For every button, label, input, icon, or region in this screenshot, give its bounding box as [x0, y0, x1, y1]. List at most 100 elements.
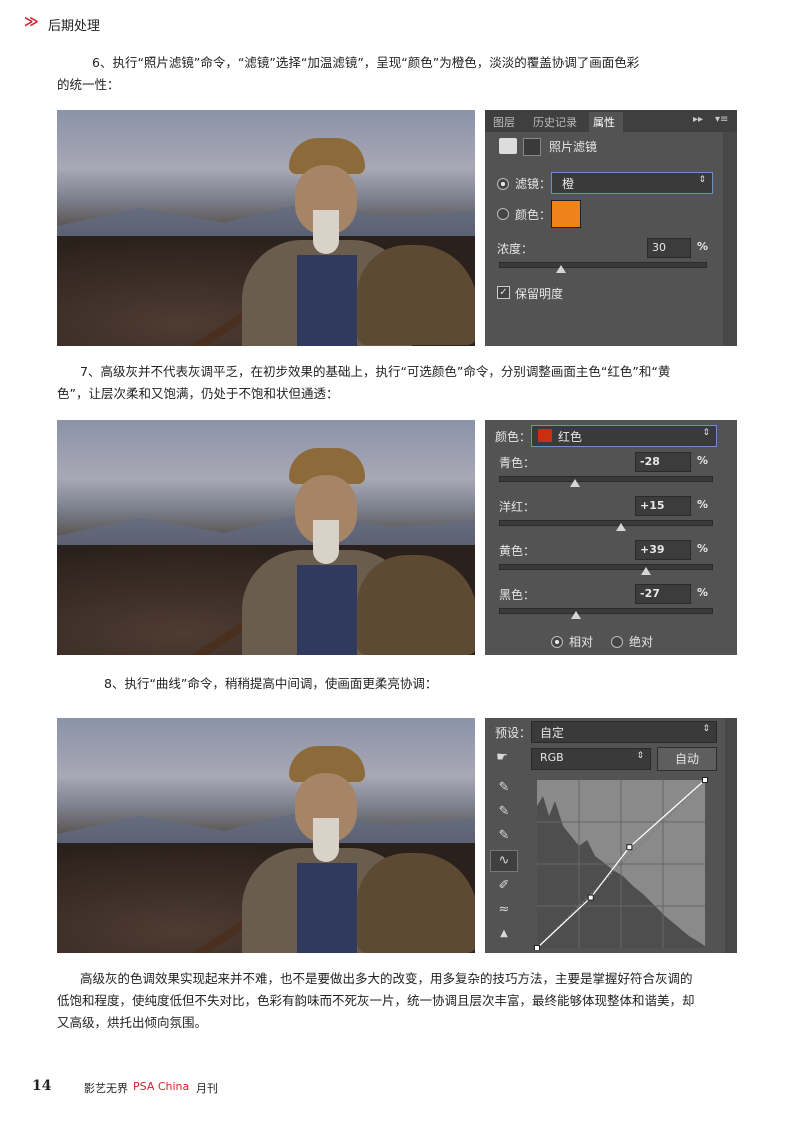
adjust-percent: % [697, 586, 709, 599]
filter-radio[interactable] [497, 178, 509, 190]
summary-line3: 又高级，烘托出倾向氛围。 [57, 1015, 208, 1030]
preset-select[interactable]: 自定 ⇕ [531, 721, 717, 743]
mask-icon [523, 138, 541, 156]
channel-select-value: RGB [540, 751, 564, 764]
adjust-label: 黑色： [499, 588, 536, 602]
adjust-slider-track[interactable] [499, 520, 713, 526]
absolute-label: 绝对 [629, 635, 654, 649]
absolute-radio[interactable] [611, 636, 623, 648]
adjust-slider-thumb[interactable] [615, 523, 626, 531]
color-select-value: 红色 [558, 430, 583, 444]
panel-collapse-icon[interactable]: ▸▸ [693, 114, 703, 125]
step8-text: 8、执行“曲线”命令，稍稍提高中间调，使画面更柔亮协调： [104, 676, 438, 691]
psa-brand: PSA China [133, 1080, 190, 1093]
adjust-slider-track[interactable] [499, 564, 713, 570]
tab-properties[interactable]: 属性 [593, 114, 615, 130]
photo-step8 [57, 718, 475, 953]
color-label: 颜色： [495, 430, 532, 444]
relative-radio[interactable] [551, 636, 563, 648]
section-title: 后期处理 [48, 19, 101, 34]
tab-history[interactable]: 历史记录 [533, 114, 577, 130]
color-label: 颜色： [515, 208, 552, 222]
adjust-value: +39 [640, 543, 665, 556]
chevron-updown-icon: ⇕ [698, 175, 706, 185]
chevron-updown-icon: ⇕ [636, 751, 644, 761]
red-swatch [538, 429, 552, 442]
eyedropper-white-icon[interactable]: ✎ [493, 828, 515, 843]
summary-line1: 高级灰的色调效果实现起来并不难，也不是要做出多大的改变，用多复杂的技巧方法，主要… [80, 971, 693, 986]
chevron-icon: ≫ [24, 14, 39, 30]
chevron-updown-icon: ⇕ [702, 724, 710, 734]
density-slider-track[interactable] [499, 262, 707, 268]
panel-scrollbar[interactable] [725, 718, 737, 953]
eyedropper-gray-icon[interactable]: ✎ [493, 804, 515, 819]
color-swatch[interactable] [551, 200, 581, 228]
adjust-label: 青色： [499, 456, 536, 470]
camera-icon [499, 138, 517, 154]
selective-color-panel: 颜色： 红色 ⇕ 青色： -28% 洋红： +15% 黄色： +39% 黑色： -27% 相对… [485, 420, 737, 655]
relative-label: 相对 [569, 635, 594, 649]
curve-point-tool-icon[interactable]: ∿ [490, 850, 518, 872]
pencil-icon[interactable]: ✐ [493, 878, 515, 893]
adjust-input[interactable]: +39 [635, 540, 691, 560]
adjust-slider-thumb[interactable] [641, 567, 652, 575]
publication-name: 影艺无界 [84, 1082, 128, 1095]
clipping-warning-icon[interactable]: ▲ [493, 928, 515, 939]
preset-label: 预设： [495, 726, 532, 740]
panel-title: 照片滤镜 [549, 140, 598, 154]
adjust-value: +15 [640, 499, 665, 512]
panel-menu-icon[interactable]: ▾≡ [715, 114, 728, 125]
adjust-slider-track[interactable] [499, 608, 713, 614]
adjust-input[interactable]: -27 [635, 584, 691, 604]
step6-line1: 6、执行“照片滤镜”命令，“滤镜”选择“加温滤镜”，呈现“颜色”为橙色，淡淡的覆… [92, 55, 640, 70]
preset-select-value: 自定 [540, 726, 565, 740]
color-radio[interactable] [497, 208, 509, 220]
adjust-label: 黄色： [499, 544, 536, 558]
eyedropper-black-icon[interactable]: ✎ [493, 780, 515, 795]
photo-step7 [57, 420, 475, 655]
photo-step6 [57, 110, 475, 346]
adjust-percent: % [697, 542, 709, 555]
density-value: 30 [652, 241, 666, 254]
panel-scrollbar[interactable] [723, 132, 737, 346]
adjust-slider-thumb[interactable] [570, 479, 581, 487]
summary-line2: 低饱和程度，使纯度低但不失对比，色彩有韵味而不死灰一片，统一协调且层次丰富，最终… [57, 993, 695, 1008]
adjust-slider-track[interactable] [499, 476, 713, 482]
adjust-value: -27 [640, 587, 660, 600]
adjust-slider-thumb[interactable] [571, 611, 582, 619]
curves-panel: 预设： 自定 ⇕ ☛ RGB ⇕ 自动 ✎ ✎ ✎ ∿ ✐ ≈ ▲ [485, 718, 737, 953]
density-label: 浓度： [497, 242, 534, 256]
hand-target-icon[interactable]: ☛ [491, 750, 513, 765]
curve-point[interactable] [534, 945, 540, 951]
monthly-label: 月刊 [196, 1082, 218, 1095]
filter-select-value: 橙 [562, 177, 575, 191]
auto-button[interactable]: 自动 [657, 747, 717, 771]
step7-line1: 7、高级灰并不代表灰调平乏，在初步效果的基础上，执行“可选颜色”命令，分别调整画… [80, 364, 671, 379]
adjust-input[interactable]: -28 [635, 452, 691, 472]
curves-graph[interactable] [533, 776, 709, 950]
adjust-percent: % [697, 454, 709, 467]
density-input[interactable]: 30 [647, 238, 691, 258]
step6-line2: 的统一性： [57, 77, 120, 92]
filter-select[interactable]: 橙 ⇕ [551, 172, 713, 194]
adjust-percent: % [697, 498, 709, 511]
preserve-label: 保留明度 [515, 287, 564, 301]
filter-label: 滤镜： [515, 177, 552, 191]
curve-point[interactable] [587, 894, 594, 901]
adjust-value: -28 [640, 455, 660, 468]
adjust-label: 洋红： [499, 500, 536, 514]
tab-layers[interactable]: 图层 [493, 114, 515, 130]
chevron-updown-icon: ⇕ [702, 428, 710, 438]
photo-filter-panel: 图层 历史记录 属性 ▸▸ ▾≡ 照片滤镜 滤镜： 橙 ⇕ 颜色： 浓度： 30… [485, 110, 737, 346]
page-number: 14 [32, 1078, 52, 1094]
curve-point[interactable] [702, 777, 708, 783]
smooth-icon[interactable]: ≈ [493, 902, 515, 917]
channel-select[interactable]: RGB ⇕ [531, 748, 651, 770]
density-slider-thumb[interactable] [555, 265, 566, 273]
step7-line2: 色”，让层次柔和又饱满，仍处于不饱和状但通透： [57, 386, 339, 401]
color-select[interactable]: 红色 ⇕ [531, 425, 717, 447]
preserve-checkbox[interactable]: ✓ [497, 286, 510, 299]
curve-point[interactable] [626, 844, 633, 851]
adjust-input[interactable]: +15 [635, 496, 691, 516]
density-percent: % [697, 240, 709, 253]
